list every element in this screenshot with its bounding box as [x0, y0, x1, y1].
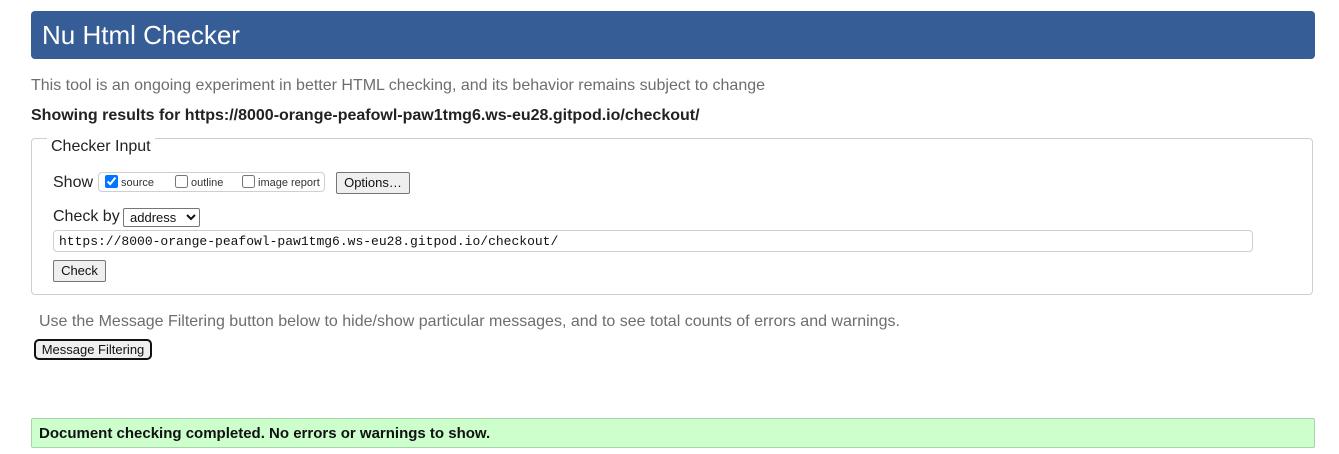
image-report-checkbox[interactable] — [242, 175, 255, 188]
source-checkbox[interactable] — [105, 175, 118, 188]
message-filtering-button[interactable]: Message Filtering — [34, 339, 152, 360]
options-button[interactable]: Options… — [336, 172, 410, 194]
status-message: Document checking completed. No errors o… — [39, 425, 491, 442]
outline-checkbox[interactable] — [175, 175, 188, 188]
show-label: Show — [53, 174, 94, 191]
image-report-checkbox-label: image report — [258, 177, 320, 189]
source-checkbox-label: source — [121, 177, 155, 189]
results-for-heading: Showing results for https://8000-orange-… — [31, 107, 700, 124]
checker-input-fieldset — [31, 138, 1313, 295]
page-header: Nu Html Checker — [31, 11, 1315, 59]
message-filtering-note: Use the Message Filtering button below t… — [39, 313, 900, 330]
status-message-box: Document checking completed. No errors o… — [31, 418, 1315, 448]
check-by-select[interactable]: address — [123, 208, 200, 227]
outline-checkbox-label: outline — [191, 177, 224, 189]
url-input[interactable] — [53, 230, 1253, 252]
check-by-label: Check by — [53, 208, 120, 225]
intro-text: This tool is an ongoing experiment in be… — [31, 77, 766, 94]
checker-input-legend: Checker Input — [47, 138, 155, 156]
check-button[interactable]: Check — [53, 260, 106, 282]
page-title: Nu Html Checker — [42, 20, 240, 50]
